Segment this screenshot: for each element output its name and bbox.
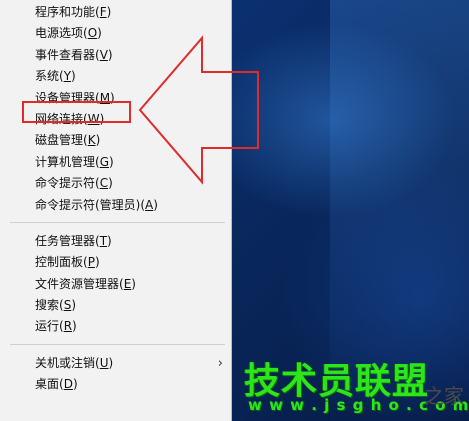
menu-separator [10,221,225,223]
watermark-tail: 之家 [424,384,464,408]
menu-item-command-prompt-admin[interactable]: 命令提示符(管理员)(A) [0,195,231,216]
chevron-right-icon: › [217,355,223,371]
menu-item-programs-features[interactable]: 程序和功能(F) [0,2,231,23]
menu-item-desktop[interactable]: 桌面(D) [0,374,231,395]
menu-item-file-explorer[interactable]: 文件资源管理器(E) [0,274,231,295]
menu-group-3: 关机或注销(U) › 桌面(D) [0,351,231,396]
menu-item-run[interactable]: 运行(R) [0,316,231,337]
device-manager-highlight-box [22,101,131,123]
pointing-arrow-icon [138,35,259,185]
menu-item-search[interactable]: 搜索(S) [0,295,231,316]
menu-separator [10,343,225,345]
menu-item-shutdown-signout[interactable]: 关机或注销(U) › [0,353,231,374]
watermark: 技术员联盟 w w w . j s g h o . c o m 之家 [240,352,469,421]
menu-item-task-manager[interactable]: 任务管理器(T) [0,231,231,252]
menu-item-control-panel[interactable]: 控制面板(P) [0,252,231,273]
menu-group-2: 任务管理器(T) 控制面板(P) 文件资源管理器(E) 搜索(S) 运行(R) [0,229,231,338]
